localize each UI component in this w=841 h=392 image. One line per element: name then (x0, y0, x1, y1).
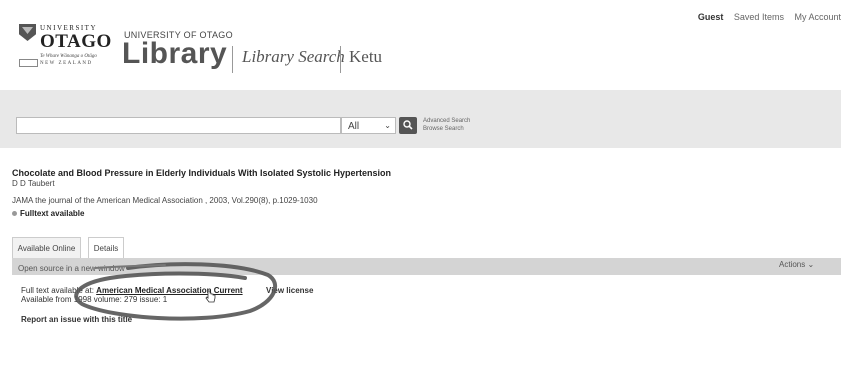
tab-available-online[interactable]: Available Online (12, 237, 81, 258)
chevron-down-icon: ⌄ (807, 260, 815, 269)
search-input[interactable] (16, 117, 341, 134)
view-license-link[interactable]: View license (266, 286, 313, 295)
search-scope-select[interactable]: All ⌄ (341, 117, 396, 134)
availability-status: Fulltext available (12, 209, 84, 218)
panel-header (12, 258, 841, 275)
fulltext-prefix: Full text available at: (21, 286, 94, 295)
logo-otago-text[interactable]: OTAGO (40, 31, 112, 53)
status-dot-icon (12, 211, 17, 217)
record-author[interactable]: D D Taubert (12, 179, 55, 188)
actions-menu[interactable]: Actions ⌄ (779, 260, 814, 269)
fulltext-provider-link[interactable]: American Medical Association Current (96, 286, 242, 295)
hand-cursor-icon (205, 290, 216, 303)
brand-ketu: Ketu (349, 47, 383, 66)
record-title[interactable]: Chocolate and Blood Pressure in Elderly … (12, 168, 391, 178)
brand-library-search: Library Search (242, 47, 345, 66)
actions-label: Actions (779, 260, 806, 269)
site-header: UNIVERSITY OTAGO Te Whare Wānanga o Otāg… (0, 0, 841, 90)
search-scope-value: All (348, 121, 360, 132)
availability-text: Fulltext available (20, 209, 85, 218)
advanced-search-link[interactable]: Advanced Search (423, 117, 470, 125)
report-issue-link[interactable]: Report an issue with this title (21, 315, 132, 324)
browse-search-link[interactable]: Browse Search (423, 125, 470, 133)
record-source: JAMA the journal of the American Medical… (12, 196, 318, 205)
brand-library[interactable]: Library (122, 37, 227, 71)
logo-plaque-icon (19, 59, 38, 67)
coverage-text: Available from 1998 volume: 279 issue: 1 (21, 295, 168, 304)
search-icon (403, 120, 413, 130)
chevron-down-icon: ⌄ (384, 121, 391, 130)
brand-divider (340, 46, 341, 73)
logo-country: NEW ZEALAND (40, 61, 93, 66)
search-button[interactable] (399, 117, 417, 134)
open-source-link[interactable]: Open source in a new window (18, 264, 125, 273)
brand-divider (232, 46, 233, 73)
search-links: Advanced Search Browse Search (423, 117, 470, 133)
tab-details[interactable]: Details (88, 237, 124, 258)
logo-maori-motto: Te Whare Wānanga o Otāgo (40, 54, 97, 59)
